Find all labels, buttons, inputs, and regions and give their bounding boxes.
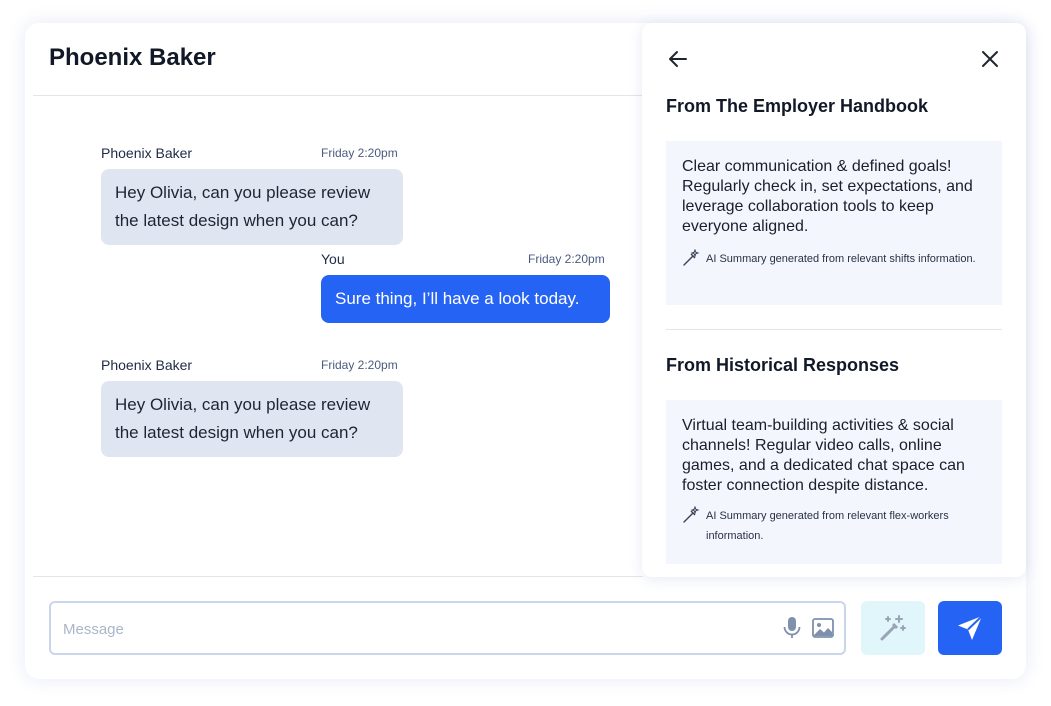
ai-note-text: AI Summary generated from relevant flex-… [706, 510, 949, 542]
magic-wand-icon [683, 506, 700, 523]
composer-divider [33, 576, 643, 577]
message-time: Friday 2:20pm [321, 358, 398, 372]
message-input[interactable] [61, 603, 765, 655]
incoming-message-bubble: Hey Olivia, can you please review the la… [101, 381, 403, 457]
message-time: Friday 2:20pm [321, 146, 398, 160]
message-sender: Phoenix Baker [101, 145, 193, 161]
section-title: From Historical Responses [666, 355, 900, 375]
ai-note: AI Summary generated from relevant flex-… [682, 506, 986, 546]
ai-assist-button[interactable] [861, 601, 925, 655]
header-divider [33, 95, 653, 96]
summary-card[interactable]: Clear communication & defined goals! Reg… [666, 141, 1002, 305]
send-button[interactable] [938, 601, 1002, 655]
magic-wand-icon [880, 615, 906, 641]
magic-wand-icon [683, 249, 700, 266]
incoming-message-bubble: Hey Olivia, can you please review the la… [101, 169, 403, 245]
microphone-icon[interactable] [781, 616, 803, 640]
chat-title: Phoenix Baker [49, 44, 216, 71]
ai-note-text: AI Summary generated from relevant shift… [706, 253, 976, 265]
message-time: Friday 2:20pm [528, 252, 605, 266]
message-sender: Phoenix Baker [101, 357, 193, 373]
summary-card[interactable]: Virtual team-building activities & socia… [666, 400, 1002, 564]
summary-text: Clear communication & defined goals! Reg… [682, 158, 973, 235]
send-icon [958, 615, 983, 640]
summary-text: Virtual team-building activities & socia… [682, 417, 965, 494]
outgoing-message-bubble: Sure thing, I’ll have a look today. [321, 275, 610, 323]
close-icon[interactable] [976, 45, 1004, 73]
arrow-left-icon[interactable] [664, 45, 692, 73]
image-icon[interactable] [812, 618, 834, 638]
message-sender: You [321, 251, 345, 267]
message-composer [49, 601, 846, 655]
section-title: From The Employer Handbook [666, 96, 929, 116]
ai-note: AI Summary generated from relevant shift… [682, 249, 986, 269]
section-divider [666, 329, 1002, 330]
